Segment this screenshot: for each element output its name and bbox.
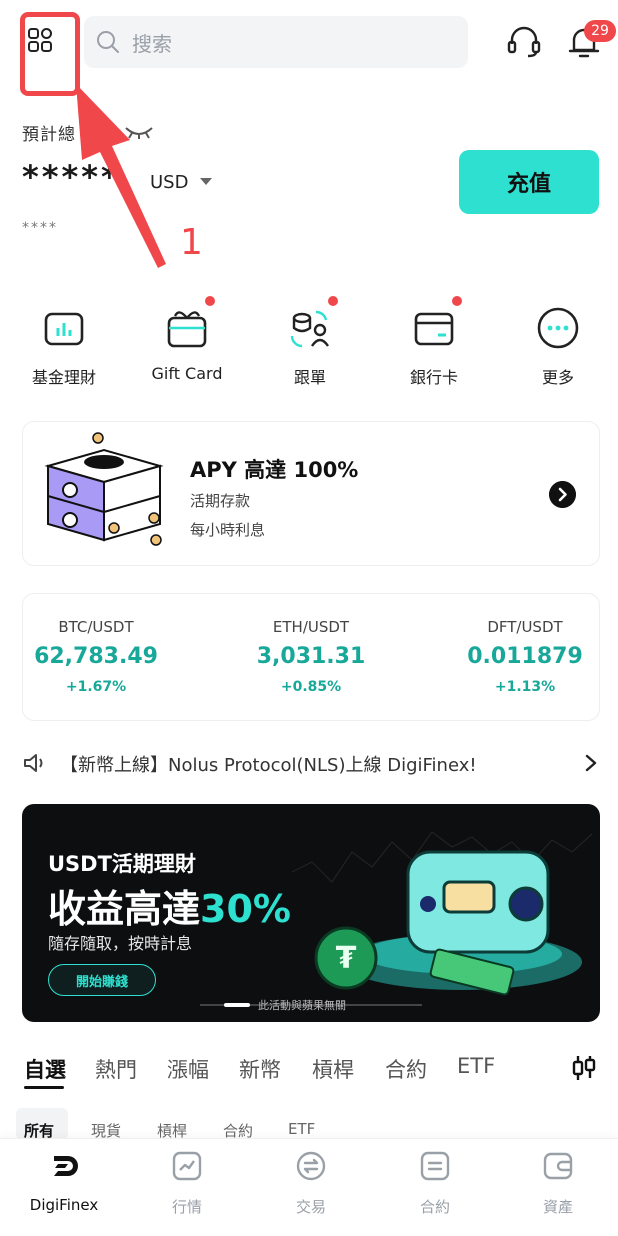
- ticker-pair: ETH/USDT: [272, 618, 350, 636]
- deposit-button[interactable]: 充值: [459, 150, 599, 214]
- banner-subtitle: 隨存隨取，按時計息: [48, 934, 193, 953]
- quick-action-bank-card[interactable]: 銀行卡: [382, 296, 486, 390]
- annotation-step-number: 1: [180, 222, 203, 263]
- headset-icon[interactable]: [506, 24, 542, 60]
- digifinex-logo-icon: [54, 1156, 78, 1176]
- trade-exchange-icon: [296, 1151, 326, 1181]
- annotation-arrow-icon: [76, 84, 166, 268]
- speaker-icon: [24, 754, 43, 772]
- notification-badge: 29: [584, 20, 616, 42]
- nav-label: 行情: [171, 1198, 202, 1216]
- balance-sub-value: ****: [22, 220, 58, 236]
- ticker-eth[interactable]: ETH/USDT 3,031.31 +0.85%: [216, 618, 406, 695]
- tab-hot[interactable]: 熱門: [95, 1054, 137, 1084]
- fund-chart-icon: [44, 312, 84, 346]
- nav-assets[interactable]: 資產: [496, 1150, 618, 1217]
- start-earning-button[interactable]: 開始賺錢: [48, 964, 156, 996]
- search-bar[interactable]: 搜索: [84, 16, 468, 68]
- tab-gainers[interactable]: 漲幅: [167, 1054, 209, 1084]
- nav-home[interactable]: DigiFinex: [2, 1150, 126, 1214]
- quick-action-more[interactable]: 更多: [506, 300, 610, 390]
- notification-dot: [205, 296, 215, 306]
- nav-contract[interactable]: 合約: [373, 1150, 497, 1217]
- tab-contract[interactable]: 合約: [385, 1054, 427, 1084]
- nav-label: 交易: [295, 1198, 326, 1216]
- nav-label: 合約: [419, 1198, 450, 1216]
- apy-subtitle: 活期存款: [190, 492, 251, 510]
- gift-card-icon: [167, 311, 207, 348]
- banner-headline-prefix: 收益高達: [48, 887, 201, 931]
- chevron-down-icon[interactable]: [200, 178, 212, 185]
- savings-box-illustration: [44, 432, 164, 546]
- ticker-pair: DFT/USDT: [487, 618, 563, 636]
- wallet-icon: [543, 1152, 573, 1180]
- notification-dot: [328, 296, 338, 306]
- nav-label: 資產: [542, 1198, 573, 1216]
- contract-icon: [420, 1151, 450, 1181]
- quick-action-gift-card[interactable]: Gift Card: [135, 296, 239, 390]
- ticker-change: +1.67%: [65, 679, 127, 695]
- search-icon: [97, 31, 119, 53]
- ticker-dft[interactable]: DFT/USDT 0.011879 +1.13%: [430, 618, 618, 695]
- banner-headline: 收益高達30%: [48, 878, 291, 933]
- bank-card-icon: [414, 312, 454, 346]
- candlestick-icon[interactable]: [570, 1054, 598, 1082]
- chevron-right-icon[interactable]: [584, 754, 598, 772]
- balance-label: 預計總: [22, 125, 76, 145]
- announcement-text[interactable]: 【新幣上線】Nolus Protocol(NLS)上線 DigiFinex!: [60, 751, 477, 777]
- quick-action-label: 銀行卡: [409, 368, 458, 387]
- quick-action-label: Gift Card: [151, 364, 223, 383]
- nav-market[interactable]: 行情: [125, 1150, 249, 1217]
- quick-action-label: 跟單: [293, 368, 326, 387]
- banner-title: USDT活期理財: [48, 852, 196, 876]
- market-chart-icon: [172, 1151, 202, 1181]
- tab-active-indicator: [24, 1086, 64, 1089]
- nav-label: DigiFinex: [29, 1196, 99, 1214]
- ticker-price: 62,783.49: [34, 644, 158, 669]
- copy-trade-icon: [290, 310, 329, 348]
- promo-banner[interactable]: ₮ USDT活期理財 收益高達30% 隨存隨取，按時計息 開始賺錢 此活動與蘋果…: [22, 804, 600, 1022]
- ticker-price: 0.011879: [467, 644, 583, 669]
- tab-leverage[interactable]: 槓桿: [312, 1054, 354, 1084]
- apy-title: APY 高達 100%: [190, 458, 359, 482]
- ticker-change: +0.85%: [280, 679, 342, 695]
- subtab-etf[interactable]: ETF: [288, 1120, 315, 1138]
- svg-text:₮: ₮: [336, 941, 357, 976]
- quick-action-label: 基金理財: [31, 368, 96, 387]
- banner-disclaimer: 此活動與蘋果無關: [258, 999, 346, 1012]
- quick-action-fund[interactable]: 基金理財: [12, 300, 116, 390]
- more-icon: [537, 307, 579, 349]
- ticker-pair: BTC/USDT: [58, 618, 134, 636]
- vault-illustration: ₮: [292, 831, 593, 996]
- quick-action-label: 更多: [541, 368, 574, 387]
- tab-etf[interactable]: ETF: [457, 1054, 495, 1078]
- quick-action-copy-trade[interactable]: 跟單: [258, 296, 362, 390]
- banner-pagination-active: [224, 1003, 250, 1007]
- tab-favorites[interactable]: 自選: [24, 1054, 66, 1084]
- notification-dot: [452, 296, 462, 306]
- chevron-right-circle-icon[interactable]: [549, 481, 576, 508]
- banner-headline-accent: 30%: [200, 887, 291, 931]
- search-placeholder: 搜索: [132, 31, 172, 56]
- ticker-price: 3,031.31: [256, 644, 366, 669]
- ticker-btc[interactable]: BTC/USDT 62,783.49 +1.67%: [1, 618, 191, 695]
- nav-trade[interactable]: 交易: [249, 1150, 373, 1217]
- apy-subtitle: 每小時利息: [190, 521, 266, 539]
- ticker-change: +1.13%: [494, 679, 556, 695]
- tab-new[interactable]: 新幣: [239, 1054, 281, 1084]
